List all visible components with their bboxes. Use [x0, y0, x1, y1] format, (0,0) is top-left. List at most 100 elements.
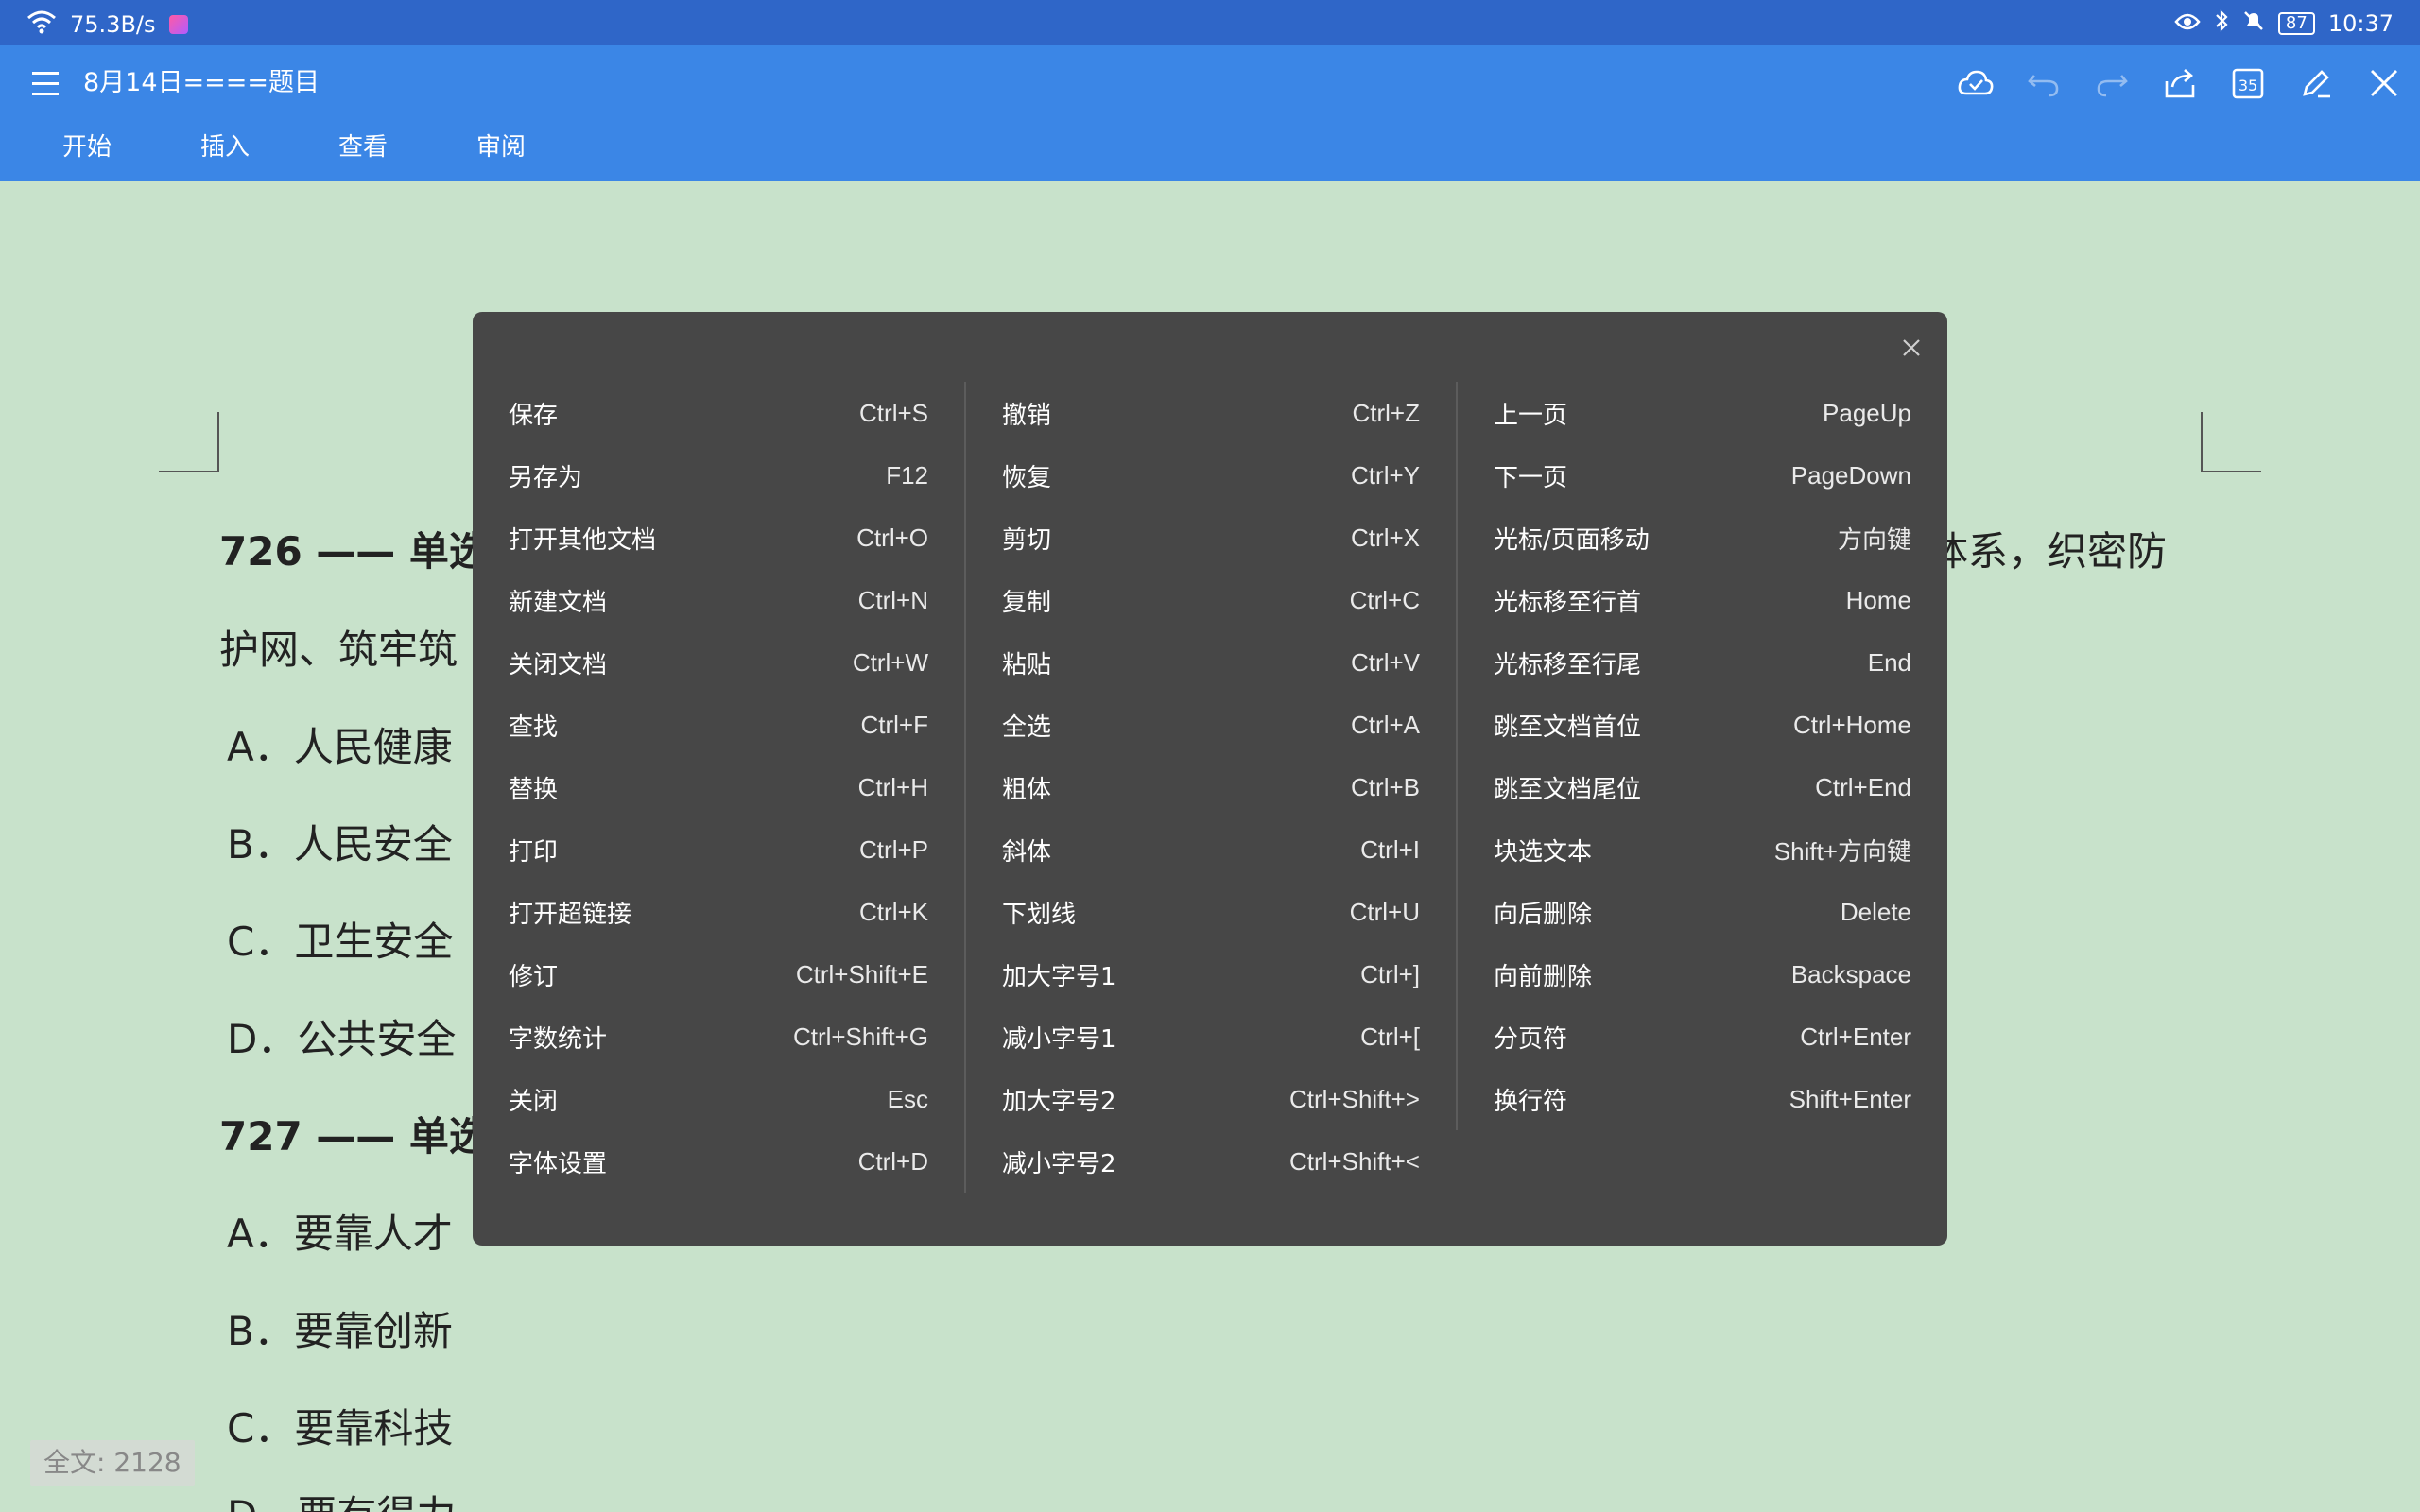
- shortcut-key: Ctrl+Shift+G: [792, 1022, 928, 1051]
- shortcut-row: 字体设置 Ctrl+D: [509, 1130, 928, 1193]
- shortcut-label: 打开超链接: [509, 900, 632, 929]
- shortcut-label: 光标/页面移动: [1494, 525, 1650, 555]
- shortcut-row: 查找 Ctrl+F: [509, 694, 928, 756]
- doc-line: D．要有得力: [227, 1484, 456, 1512]
- shortcut-label: 字体设置: [509, 1149, 608, 1178]
- shortcut-label: 换行符: [1494, 1087, 1568, 1116]
- shortcut-label: 恢复: [1002, 463, 1052, 492]
- shortcut-key: Ctrl+Shift+<: [1288, 1146, 1420, 1176]
- shortcut-label: 复制: [1002, 588, 1052, 617]
- wifi-icon: [26, 9, 57, 40]
- shortcut-label: 保存: [509, 401, 559, 430]
- shortcut-key: Ctrl+S: [859, 398, 928, 427]
- shortcut-row: 加大字号1 Ctrl+]: [1002, 943, 1420, 1005]
- shortcut-column-navigation: 上一页 PageUp 下一页 PageDown 光标/页面移动 方向键光标移至行首 Home…: [1456, 382, 1947, 1130]
- shortcut-label: 剪切: [1002, 525, 1052, 555]
- shortcut-label: 打印: [509, 837, 559, 867]
- shortcut-row: 复制 Ctrl+C: [1002, 569, 1420, 631]
- shortcut-label: 全选: [1002, 713, 1052, 742]
- shortcut-row: 向前删除 Backspace: [1494, 943, 1911, 1005]
- redo-icon[interactable]: [2087, 59, 2136, 108]
- panel-close-icon[interactable]: [1893, 329, 1930, 367]
- shortcut-label: 粘贴: [1002, 650, 1052, 679]
- shortcut-label: 粗体: [1002, 775, 1052, 804]
- doc-line: D．公共安全: [227, 1016, 457, 1062]
- doc-line: 护网、筑牢筑: [219, 627, 458, 673]
- doc-line: C．要靠科技: [227, 1405, 454, 1452]
- shortcut-key: Ctrl+H: [857, 772, 928, 801]
- shortcut-key: Ctrl+]: [1360, 959, 1420, 988]
- calendar-icon[interactable]: 35: [2223, 59, 2273, 108]
- word-count-badge[interactable]: 全文: 2128: [30, 1440, 195, 1486]
- shortcut-key: Delete: [1840, 897, 1911, 926]
- menu-icon[interactable]: [28, 64, 66, 102]
- shortcut-row: 新建文档 Ctrl+N: [509, 569, 928, 631]
- shortcut-label: 修订: [509, 962, 559, 991]
- shortcut-row: 另存为 F12: [509, 444, 928, 507]
- shortcut-row: 光标移至行尾 End: [1494, 631, 1911, 694]
- undo-icon[interactable]: [2019, 59, 2068, 108]
- doc-line-right: 体系，织密防: [1928, 528, 2168, 575]
- shortcut-label: 块选文本: [1494, 837, 1593, 867]
- shortcut-label: 斜体: [1002, 837, 1052, 867]
- doc-line: 727 —— 单选: [219, 1113, 489, 1160]
- shortcut-row: 光标移至行首 Home: [1494, 569, 1911, 631]
- shortcut-row: 斜体 Ctrl+I: [1002, 818, 1420, 881]
- shortcut-label: 向后删除: [1494, 900, 1593, 929]
- shortcut-row: 关闭文档 Ctrl+W: [509, 631, 928, 694]
- shortcut-row: 下一页 PageDown: [1494, 444, 1911, 507]
- tab-insert[interactable]: 插入: [176, 129, 274, 166]
- shortcut-row: 光标/页面移动 方向键: [1494, 507, 1911, 569]
- shortcut-key: Backspace: [1790, 959, 1911, 988]
- edit-pen-icon[interactable]: [2291, 59, 2341, 108]
- shortcut-row: 打开超链接 Ctrl+K: [509, 881, 928, 943]
- shortcut-label: 跳至文档首位: [1494, 713, 1642, 742]
- shortcut-column-file: 保存 Ctrl+S 另存为 F12 打开其他文档 Ctrl+O 新建文档 Ctrl+N 关闭文档…: [473, 382, 964, 1193]
- shortcut-key: Ctrl+W: [852, 647, 928, 677]
- calendar-badge-text: 35: [2238, 77, 2257, 94]
- shortcut-row: 打开其他文档 Ctrl+O: [509, 507, 928, 569]
- shortcut-row: 全选 Ctrl+A: [1002, 694, 1420, 756]
- keyboard-shortcuts-panel: 保存 Ctrl+S 另存为 F12 打开其他文档 Ctrl+O 新建文档 Ctrl+N 关闭文档…: [473, 312, 1947, 1246]
- shortcut-label: 关闭文档: [509, 650, 608, 679]
- shortcut-row: 保存 Ctrl+S: [509, 382, 928, 444]
- shortcut-key: Ctrl+P: [859, 834, 928, 864]
- shortcut-label: 跳至文档尾位: [1494, 775, 1642, 804]
- page-margin-marker-right: [2201, 412, 2261, 472]
- shortcut-key: Shift+Enter: [1789, 1084, 1911, 1113]
- shortcut-key: PageDown: [1790, 460, 1911, 490]
- shortcut-label: 打开其他文档: [509, 525, 657, 555]
- shortcut-key: Ctrl+C: [1349, 585, 1420, 614]
- shortcut-label: 加大字号1: [1002, 962, 1116, 991]
- shortcut-label: 光标移至行尾: [1494, 650, 1642, 679]
- app-notification-icon: [168, 15, 188, 34]
- shortcut-key: 方向键: [1837, 524, 1911, 554]
- shortcut-row: 跳至文档尾位 Ctrl+End: [1494, 756, 1911, 818]
- shortcut-label: 减小字号1: [1002, 1024, 1116, 1054]
- ribbon-tabs: 开始 插入 查看 审阅: [38, 129, 550, 166]
- document-title: 8月14日====题目: [83, 68, 320, 97]
- bluetooth-icon: [2214, 9, 2229, 38]
- shortcut-key: Ctrl+Shift+E: [795, 959, 928, 988]
- shortcut-row: 粘贴 Ctrl+V: [1002, 631, 1420, 694]
- eye-icon: [2174, 10, 2201, 37]
- shortcut-key: Ctrl+F: [860, 710, 929, 739]
- shortcut-row: 下划线 Ctrl+U: [1002, 881, 1420, 943]
- tab-start[interactable]: 开始: [38, 129, 136, 166]
- shortcut-row: 打印 Ctrl+P: [509, 818, 928, 881]
- shortcut-key: F12: [886, 460, 928, 490]
- shortcut-label: 另存为: [509, 463, 583, 492]
- share-icon[interactable]: [2155, 59, 2204, 108]
- shortcut-row: 撤销 Ctrl+Z: [1002, 382, 1420, 444]
- app-toolbar: 8月14日====题目 35 开始 插入 查看 审阅: [0, 45, 2420, 181]
- close-icon[interactable]: [2360, 59, 2409, 108]
- shortcut-row: 分页符 Ctrl+Enter: [1494, 1005, 1911, 1068]
- shortcut-key: PageUp: [1823, 398, 1911, 427]
- shortcut-row: 上一页 PageUp: [1494, 382, 1911, 444]
- shortcut-column-edit: 撤销 Ctrl+Z 恢复 Ctrl+Y 剪切 Ctrl+X 复制 Ctrl+C 粘贴 Ctrl+V…: [964, 382, 1456, 1193]
- shortcut-row: 加大字号2 Ctrl+Shift+>: [1002, 1068, 1420, 1130]
- tab-review[interactable]: 审阅: [452, 129, 550, 166]
- tab-view[interactable]: 查看: [314, 129, 412, 166]
- shortcut-key: Ctrl+Shift+>: [1288, 1084, 1420, 1113]
- cloud-sync-icon[interactable]: [1951, 59, 2000, 108]
